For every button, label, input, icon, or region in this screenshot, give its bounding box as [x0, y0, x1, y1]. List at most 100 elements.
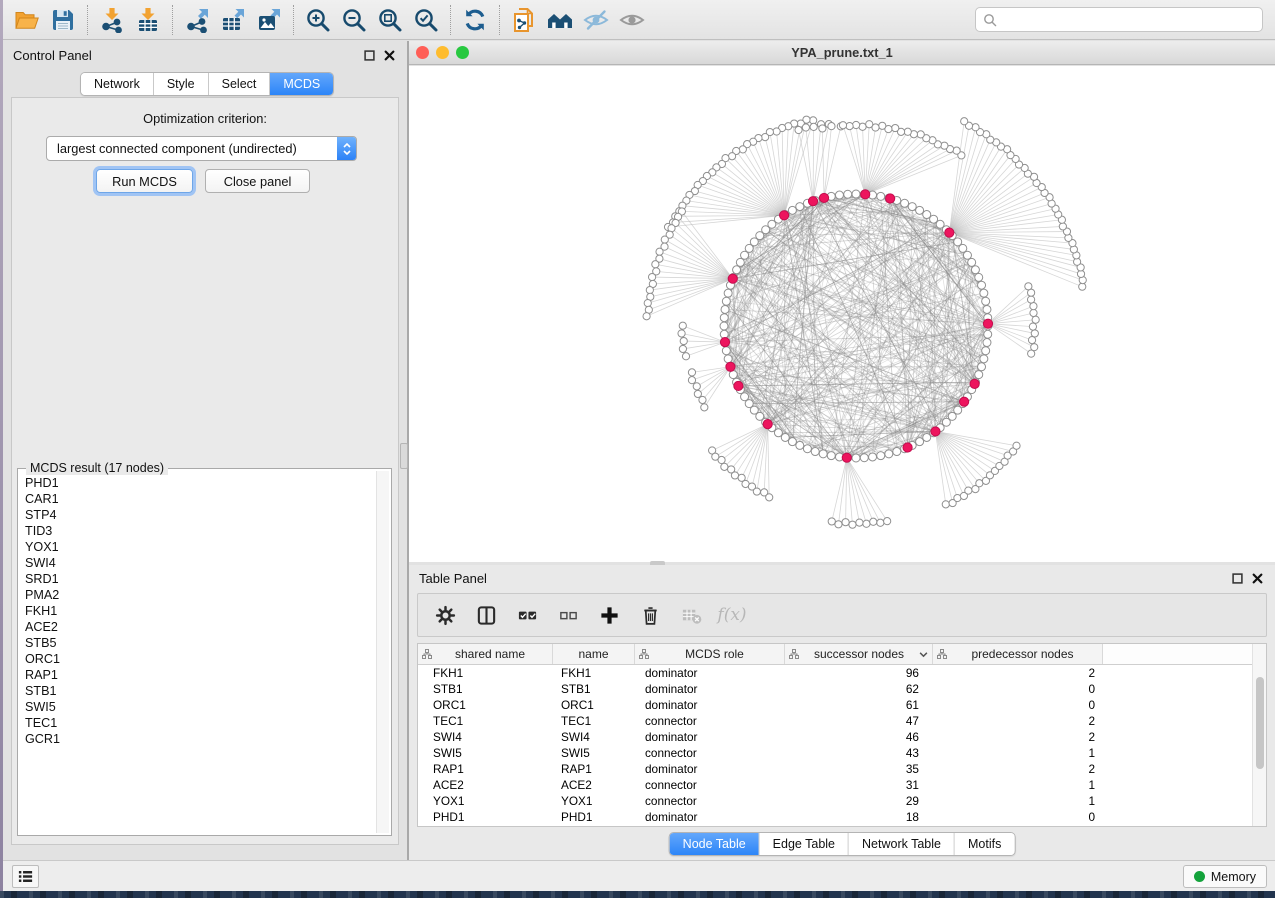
- table-row[interactable]: RAP1RAP1dominator352: [418, 761, 1252, 777]
- close-panel-button[interactable]: Close panel: [205, 169, 310, 193]
- mcds-hub-node[interactable]: [726, 362, 735, 371]
- tab-network-table[interactable]: Network Table: [849, 833, 955, 855]
- table-row[interactable]: ORC1ORC1dominator610: [418, 697, 1252, 713]
- network-node[interactable]: [892, 124, 899, 131]
- network-node[interactable]: [1059, 223, 1066, 230]
- network-node[interactable]: [722, 347, 730, 355]
- network-node[interactable]: [975, 371, 983, 379]
- mcds-result-item[interactable]: SRD1: [25, 571, 375, 587]
- table-row[interactable]: STB1STB1dominator620: [418, 681, 1252, 697]
- network-node[interactable]: [978, 281, 986, 289]
- tab-mcds[interactable]: MCDS: [270, 73, 333, 95]
- mcds-hub-node[interactable]: [960, 397, 969, 406]
- show-hide-columns-button[interactable]: [473, 602, 499, 628]
- network-node[interactable]: [648, 273, 655, 280]
- network-node[interactable]: [856, 519, 863, 526]
- network-node[interactable]: [810, 123, 817, 130]
- network-node[interactable]: [741, 251, 749, 259]
- network-node[interactable]: [721, 463, 728, 470]
- mcds-result-item[interactable]: FKH1: [25, 603, 375, 619]
- network-node[interactable]: [828, 123, 835, 130]
- mcds-result-item[interactable]: GCR1: [25, 731, 375, 747]
- run-mcds-button[interactable]: Run MCDS: [96, 169, 193, 193]
- mcds-hub-node[interactable]: [842, 453, 851, 462]
- network-node[interactable]: [1027, 296, 1034, 303]
- network-node[interactable]: [869, 453, 877, 461]
- network-node[interactable]: [688, 377, 695, 384]
- network-node[interactable]: [978, 363, 986, 371]
- table-scrollbar-thumb[interactable]: [1256, 677, 1264, 769]
- memory-button[interactable]: Memory: [1183, 865, 1267, 888]
- refresh-button[interactable]: [457, 4, 493, 36]
- network-node[interactable]: [739, 146, 746, 153]
- table-row[interactable]: SWI5SWI5connector431: [418, 745, 1252, 761]
- delete-columns-button[interactable]: [637, 602, 663, 628]
- network-node[interactable]: [693, 383, 700, 390]
- network-node[interactable]: [795, 126, 802, 133]
- network-node[interactable]: [643, 313, 650, 320]
- network-node[interactable]: [849, 521, 856, 528]
- network-node[interactable]: [844, 190, 852, 198]
- vertical-splitter-grip[interactable]: [400, 443, 408, 469]
- network-node[interactable]: [866, 121, 873, 128]
- mcds-hub-node[interactable]: [780, 211, 789, 220]
- network-node[interactable]: [884, 518, 891, 525]
- mcds-result-item[interactable]: PMA2: [25, 587, 375, 603]
- mcds-hub-node[interactable]: [886, 194, 895, 203]
- float-table-panel-icon[interactable]: [1231, 572, 1243, 584]
- network-node[interactable]: [803, 445, 811, 453]
- table-row[interactable]: TEC1TEC1connector472: [418, 713, 1252, 729]
- network-node[interactable]: [852, 454, 860, 462]
- network-node[interactable]: [870, 518, 877, 525]
- network-node[interactable]: [679, 345, 686, 352]
- network-node[interactable]: [842, 519, 849, 526]
- network-node[interactable]: [724, 289, 732, 297]
- network-node[interactable]: [733, 266, 741, 274]
- network-node[interactable]: [852, 121, 859, 128]
- zoom-out-button[interactable]: [336, 4, 372, 36]
- mcds-hub-node[interactable]: [931, 427, 940, 436]
- export-network-button[interactable]: [179, 4, 215, 36]
- tab-node-table[interactable]: Node Table: [670, 833, 760, 855]
- network-node[interactable]: [835, 521, 842, 528]
- network-node[interactable]: [766, 494, 773, 501]
- network-node[interactable]: [682, 353, 689, 360]
- column-header-predecessor-nodes[interactable]: predecessor nodes: [933, 644, 1103, 664]
- tab-motifs[interactable]: Motifs: [955, 833, 1014, 855]
- network-node[interactable]: [968, 258, 976, 266]
- network-node[interactable]: [720, 314, 728, 322]
- tab-style[interactable]: Style: [154, 73, 209, 95]
- network-node[interactable]: [724, 355, 732, 363]
- optimization-criterion-dropdown[interactable]: largest connected component (undirected): [46, 136, 357, 161]
- tab-edge-table[interactable]: Edge Table: [760, 833, 849, 855]
- network-node[interactable]: [721, 305, 729, 313]
- mcds-hub-node[interactable]: [808, 197, 817, 206]
- network-node[interactable]: [1032, 316, 1039, 323]
- mcds-result-item[interactable]: SWI4: [25, 555, 375, 571]
- zoom-selected-button[interactable]: [408, 4, 444, 36]
- network-node[interactable]: [694, 390, 701, 397]
- network-node[interactable]: [762, 133, 769, 140]
- network-node[interactable]: [1025, 283, 1032, 290]
- mcds-result-item[interactable]: PHD1: [25, 475, 375, 491]
- network-node[interactable]: [827, 452, 835, 460]
- network-node[interactable]: [688, 369, 695, 376]
- network-node[interactable]: [699, 396, 706, 403]
- network-node[interactable]: [972, 124, 979, 131]
- save-session-button[interactable]: [45, 4, 81, 36]
- network-node[interactable]: [879, 122, 886, 129]
- network-node[interactable]: [678, 330, 685, 337]
- table-row[interactable]: FKH1FKH1dominator962: [418, 665, 1252, 681]
- network-node[interactable]: [722, 297, 730, 305]
- mcds-result-item[interactable]: STB1: [25, 683, 375, 699]
- mcds-hub-node[interactable]: [728, 274, 737, 283]
- network-node[interactable]: [852, 190, 860, 198]
- network-node[interactable]: [835, 191, 843, 199]
- mcds-result-item[interactable]: STP4: [25, 507, 375, 523]
- network-node[interactable]: [644, 299, 651, 306]
- network-node[interactable]: [917, 131, 924, 138]
- network-node[interactable]: [877, 452, 885, 460]
- show-all-button[interactable]: [614, 4, 650, 36]
- network-node[interactable]: [788, 438, 796, 446]
- table-row[interactable]: ACE2ACE2connector311: [418, 777, 1252, 793]
